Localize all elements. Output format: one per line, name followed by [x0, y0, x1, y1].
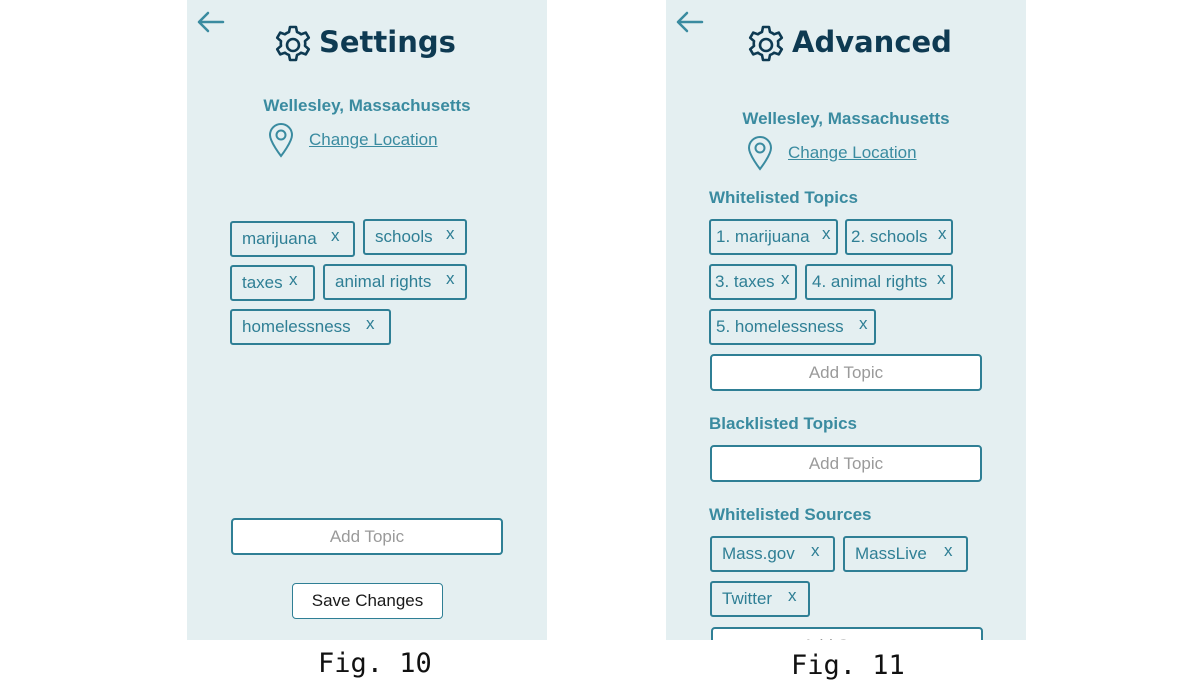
gear-icon [273, 24, 313, 66]
topic-chip-label: 2. schools [851, 227, 928, 246]
topic-chip: 5. homelessness x [709, 309, 876, 345]
topic-chip-label: marijuana [242, 229, 317, 248]
change-location-link[interactable]: Change Location [788, 143, 917, 163]
topic-chip-label: 4. animal rights [812, 272, 928, 291]
figure-caption: Fig. 11 [791, 650, 905, 681]
source-chip: Twitter x [710, 581, 810, 617]
page-title: Advanced [792, 25, 952, 59]
source-chip-label: Twitter [722, 589, 773, 608]
topic-chip: homelessness x [230, 309, 391, 345]
remove-x-icon[interactable]: x [944, 535, 953, 567]
topic-chip: taxes x [230, 265, 315, 301]
remove-x-icon[interactable]: x [859, 308, 868, 340]
remove-x-icon[interactable]: x [781, 263, 790, 295]
change-location-link[interactable]: Change Location [309, 130, 438, 150]
figure-caption: Fig. 10 [318, 648, 432, 679]
add-topic-input[interactable]: Add Topic [231, 518, 503, 555]
remove-x-icon[interactable]: x [366, 308, 375, 340]
page-header: Advanced [746, 24, 952, 66]
remove-x-icon[interactable]: x [788, 580, 797, 612]
whitelisted-sources-label: Whitelisted Sources [709, 505, 872, 524]
back-button[interactable] [195, 8, 225, 36]
remove-x-icon[interactable]: x [289, 264, 298, 296]
location-row: Change Location [746, 135, 917, 171]
topic-chip: marijuana x [230, 221, 355, 257]
blacklisted-topics-label: Blacklisted Topics [709, 414, 858, 433]
source-chip-label: MassLive [855, 544, 927, 563]
back-arrow-icon [676, 11, 704, 33]
source-chip: MassLive x [843, 536, 968, 572]
location-pin-icon [746, 135, 774, 171]
page-header: Settings [273, 24, 456, 66]
advanced-screen: Advanced Wellesley, Massachusetts Change… [666, 0, 1026, 640]
remove-x-icon[interactable]: x [446, 263, 455, 295]
source-chip-label: Mass.gov [722, 544, 795, 563]
back-button[interactable] [674, 8, 704, 36]
page-title: Settings [319, 25, 456, 59]
location-pin-icon [267, 122, 295, 158]
topic-chip: 2. schools x [845, 219, 953, 255]
remove-x-icon[interactable]: x [331, 220, 340, 252]
topic-chip-label: homelessness [242, 317, 351, 336]
topic-chip: schools x [363, 219, 467, 255]
remove-x-icon[interactable]: x [937, 263, 946, 295]
location-name: Wellesley, Massachusetts [263, 96, 471, 115]
location-name: Wellesley, Massachusetts [742, 109, 950, 128]
topic-chip: animal rights x [323, 264, 467, 300]
topic-chip-label: 1. marijuana [716, 227, 810, 246]
topic-chip-label: animal rights [335, 272, 432, 291]
source-chip: Mass.gov x [710, 536, 835, 572]
settings-screen: Settings Wellesley, Massachusetts Change… [187, 0, 547, 640]
remove-x-icon[interactable]: x [822, 218, 831, 250]
topic-chip-label: 5. homelessness [716, 317, 844, 336]
save-changes-button[interactable]: Save Changes [292, 583, 443, 619]
back-arrow-icon [197, 11, 225, 33]
location-row: Change Location [267, 122, 438, 158]
whitelisted-topics-label: Whitelisted Topics [709, 188, 858, 207]
add-whitelisted-topic-input[interactable]: Add Topic [710, 354, 982, 391]
topic-chip: 1. marijuana x [709, 219, 838, 255]
topic-chip-label: 3. taxes [715, 272, 775, 291]
topic-chip: 3. taxes x [709, 264, 797, 300]
gear-icon [746, 24, 786, 66]
add-blacklisted-topic-input[interactable]: Add Topic [710, 445, 982, 482]
add-source-input[interactable]: Add Source [711, 627, 983, 640]
remove-x-icon[interactable]: x [938, 218, 947, 250]
topic-chip: 4. animal rights x [805, 264, 953, 300]
remove-x-icon[interactable]: x [446, 218, 455, 250]
topic-chip-label: schools [375, 227, 433, 246]
remove-x-icon[interactable]: x [811, 535, 820, 567]
topic-chip-label: taxes [242, 273, 283, 292]
